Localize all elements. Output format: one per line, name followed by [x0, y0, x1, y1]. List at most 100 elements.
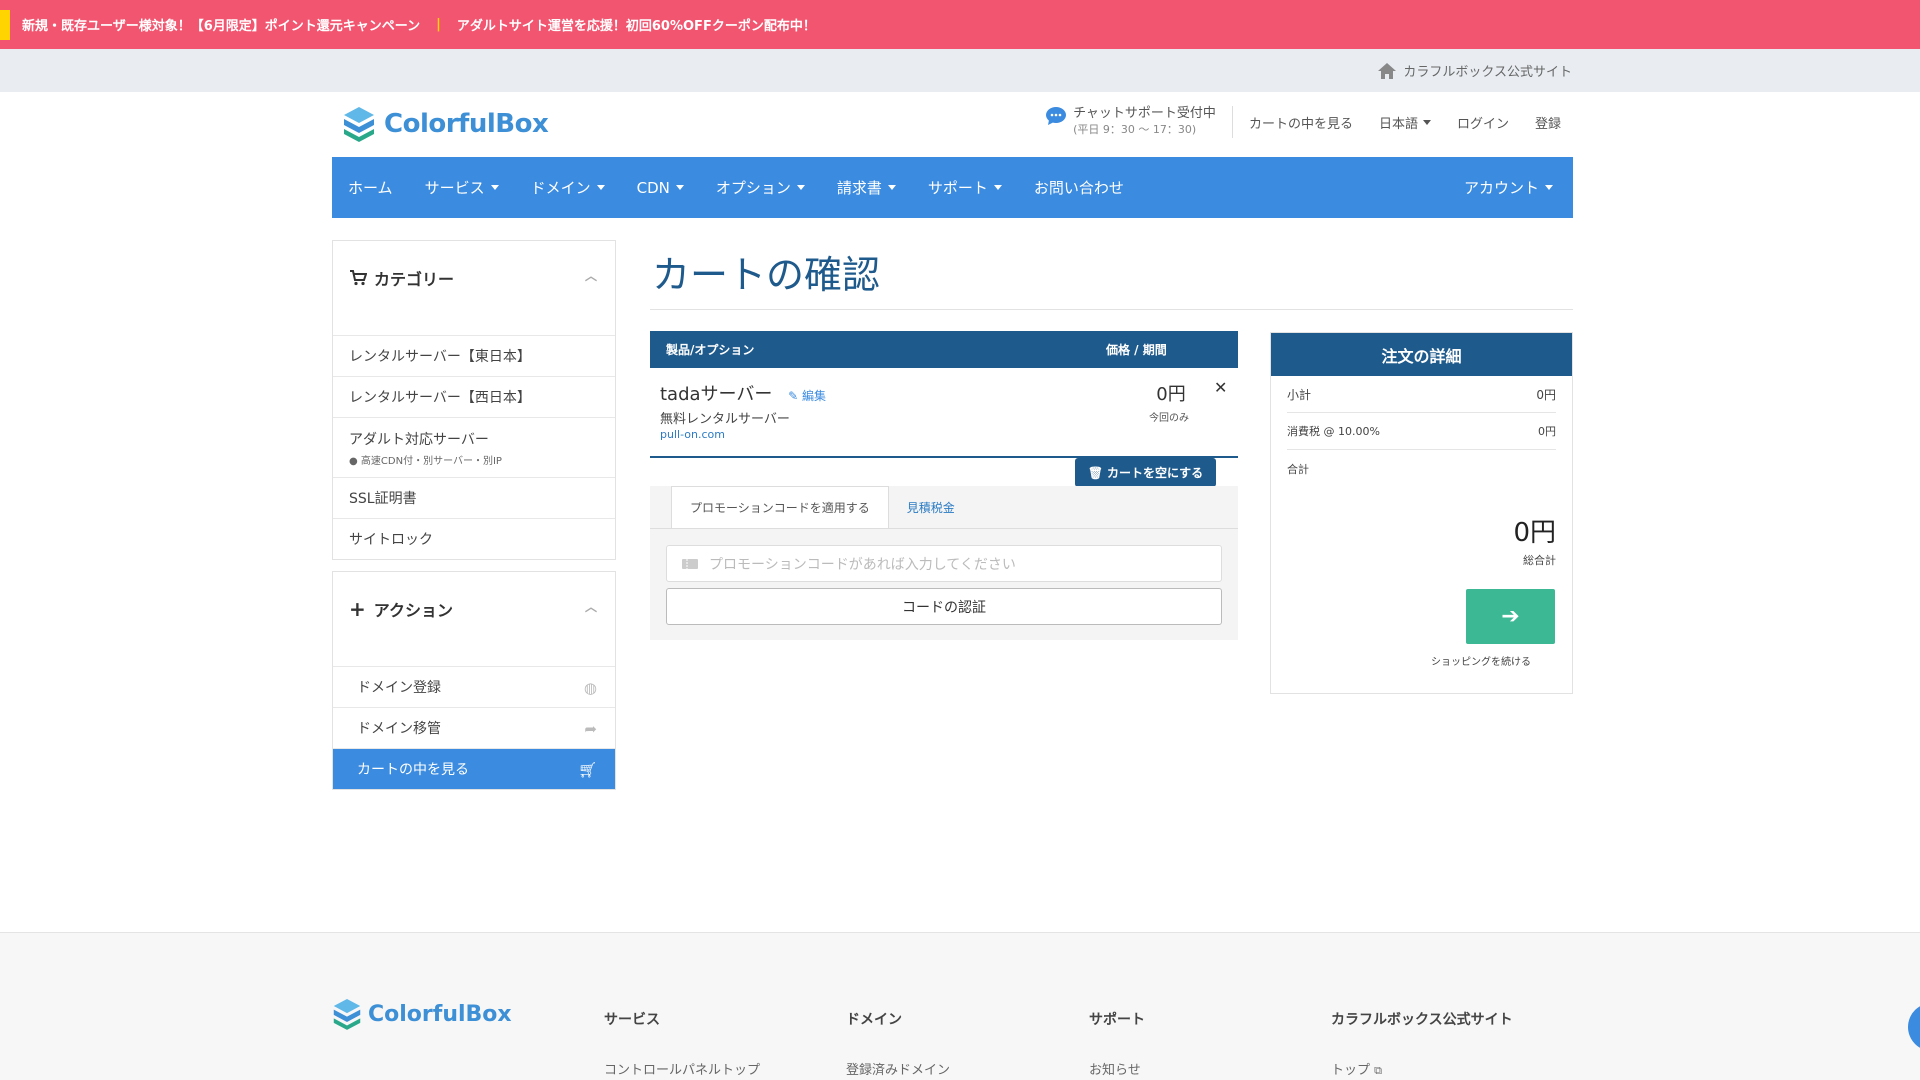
header-product: 製品/オプション — [666, 343, 755, 357]
register-link[interactable]: 登録 — [1535, 113, 1561, 132]
promo-bar[interactable]: 新規・既存ユーザー様対象！【6月限定】ポイント還元キャンペーン | アダルトサイ… — [0, 0, 1920, 49]
chat-title: チャットサポート受付中 — [1073, 106, 1216, 121]
category-item-sitelock[interactable]: サイトロック — [333, 518, 615, 559]
subtotal-row: 小計 0円 — [1287, 376, 1556, 413]
promo-tabs-panel: プロモーションコードを適用する 見積税金 プロモーションコードがあれば入力してく… — [650, 486, 1238, 640]
official-site-link[interactable]: カラフルボックス公式サイト — [1377, 61, 1572, 80]
chat-support[interactable]: チャットサポート受付中 (平日 9：30 〜 17：30) — [1045, 106, 1233, 138]
header-price: 価格 / 期間 — [1106, 343, 1167, 357]
footer-link[interactable]: トップ ⧉ — [1331, 1059, 1513, 1078]
category-note: ● 高速CDN付・別サーバー・別IP — [349, 455, 502, 467]
cart-icon — [350, 270, 367, 286]
nav-home[interactable]: ホーム — [332, 177, 409, 198]
nav-support[interactable]: サポート — [912, 177, 1018, 198]
action-domain-transfer[interactable]: ドメイン移管 ➦ — [333, 707, 615, 748]
cart-table-header: 製品/オプション 価格 / 期間 — [650, 331, 1238, 368]
chevron-up-icon[interactable]: ︿ — [585, 598, 597, 615]
footer-link[interactable]: 登録済みドメイン — [846, 1059, 950, 1078]
page-title: カートの確認 — [652, 253, 881, 297]
subtotal-label: 小計 — [1287, 387, 1312, 402]
logo[interactable]: ColorfulBox — [342, 105, 549, 143]
footer-col-services: サービス コントロールパネルトップ — [604, 1009, 760, 1078]
footer: ColorfulBox サービス コントロールパネルトップ ドメイン 登録済みド… — [0, 932, 1920, 1080]
main-navbar: ホーム サービス ドメイン CDN オプション 請求書 サポート お問い合わせ … — [332, 157, 1573, 218]
item-description: 無料レンタルサーバー — [660, 412, 790, 427]
header-links: チャットサポート受付中 (平日 9：30 〜 17：30) カートの中を見る 日… — [1045, 106, 1561, 138]
category-item-west[interactable]: レンタルサーバー【西日本】 — [333, 376, 615, 417]
footer-link[interactable]: お知らせ — [1089, 1059, 1145, 1078]
action-domain-register[interactable]: ドメイン登録 ◍ — [333, 666, 615, 707]
tab-label: プロモーションコードを適用する — [690, 501, 870, 515]
nav-options[interactable]: オプション — [700, 177, 821, 198]
subtotal-value: 0円 — [1536, 387, 1556, 402]
nav-services[interactable]: サービス — [409, 177, 515, 198]
chevron-down-icon — [1422, 119, 1431, 125]
nav-contact-label: お問い合わせ — [1033, 179, 1124, 197]
edit-link[interactable]: ✎ 編集 — [788, 389, 826, 403]
pencil-icon: ✎ — [788, 389, 799, 403]
continue-shopping-link[interactable]: ショッピングを続ける — [1431, 653, 1531, 668]
categories-panel: カテゴリー ︿ レンタルサーバー【東日本】 レンタルサーバー【西日本】 アダルト… — [332, 240, 616, 560]
category-item-east[interactable]: レンタルサーバー【東日本】 — [333, 335, 615, 376]
nav-support-label: サポート — [927, 179, 988, 197]
nav-contact[interactable]: お問い合わせ — [1018, 177, 1140, 198]
arrow-right-icon: ➔ — [1501, 604, 1520, 629]
tax-row: 消費税 @ 10.00% 0円 — [1287, 413, 1556, 450]
tab-promo-code[interactable]: プロモーションコードを適用する — [671, 486, 889, 528]
chevron-down-icon — [675, 185, 684, 190]
promo-text-1[interactable]: 新規・既存ユーザー様対象！【6月限定】ポイント還元キャンペーン — [22, 15, 420, 34]
category-label: アダルト対応サーバー — [349, 431, 489, 448]
verify-code-button[interactable]: コードの認証 — [666, 588, 1222, 625]
trash-icon: 🗑︎ — [1087, 465, 1104, 480]
tab-estimate-tax[interactable]: 見積税金 — [889, 486, 973, 528]
official-site-label: カラフルボックス公式サイト — [1403, 65, 1572, 80]
empty-cart-label: カートを空にする — [1107, 466, 1204, 480]
logo-text: ColorfulBox — [384, 109, 549, 139]
chevron-up-icon[interactable]: ︿ — [585, 267, 597, 284]
order-summary: 注文の詳細 小計 0円 消費税 @ 10.00% 0円 合計 0円 総合計 ➔ … — [1270, 332, 1573, 694]
promo-text-2[interactable]: アダルトサイト運営を応援！初回60%OFFクーポン配布中！ — [457, 15, 816, 34]
header-cart-link[interactable]: カートの中を見る — [1249, 113, 1353, 132]
promo-separator: | — [436, 17, 441, 32]
nav-cdn[interactable]: CDN — [621, 179, 700, 197]
cart-item: tadaサーバー ✎ 編集 無料レンタルサーバー pull-on.com 0円 … — [650, 368, 1238, 458]
category-item-ssl[interactable]: SSL証明書 — [333, 477, 615, 518]
promo-placeholder: プロモーションコードがあれば入力してください — [709, 556, 1016, 573]
cart-table: 製品/オプション 価格 / 期間 tadaサーバー ✎ 編集 無料レンタルサーバ… — [650, 331, 1238, 487]
promo-flag — [0, 9, 10, 40]
top-bar: カラフルボックス公式サイト — [0, 49, 1920, 92]
total-row: 合計 — [1287, 450, 1556, 487]
chat-bubble-icon — [1046, 107, 1067, 125]
action-label: ドメイン登録 — [357, 680, 441, 696]
nav-invoices[interactable]: 請求書 — [821, 177, 912, 198]
empty-cart-button[interactable]: 🗑︎ カートを空にする — [1075, 458, 1216, 487]
footer-link[interactable]: コントロールパネルトップ — [604, 1059, 760, 1078]
login-link[interactable]: ログイン — [1457, 113, 1509, 132]
category-item-adult[interactable]: アダルト対応サーバー ● 高速CDN付・別サーバー・別IP — [333, 417, 615, 477]
nav-invoices-label: 請求書 — [836, 179, 882, 197]
plus-icon: + — [349, 597, 366, 621]
chevron-down-icon — [993, 185, 1002, 190]
item-price: 0円 — [1156, 384, 1186, 405]
categories-header[interactable]: カテゴリー ︿ — [333, 241, 615, 315]
checkout-button[interactable]: ➔ — [1466, 589, 1555, 644]
promo-code-input[interactable]: プロモーションコードがあれば入力してください — [666, 545, 1222, 582]
panel-gap — [333, 315, 615, 335]
action-view-cart[interactable]: カートの中を見る 🛒︎ — [333, 748, 615, 789]
footer-logo-text: ColorfulBox — [368, 1001, 512, 1027]
header: ColorfulBox チャットサポート受付中 (平日 9：30 〜 17：30… — [332, 92, 1573, 157]
tabs: プロモーションコードを適用する 見積税金 — [671, 486, 973, 528]
verify-label: コードの認証 — [902, 599, 986, 616]
footer-logo[interactable]: ColorfulBox — [332, 997, 512, 1031]
category-label: レンタルサーバー【東日本】 — [349, 349, 531, 365]
remove-item-icon[interactable]: ✕ — [1214, 378, 1227, 397]
language-dropdown[interactable]: 日本語 — [1379, 113, 1431, 132]
footer-link-label: トップ — [1331, 1063, 1371, 1078]
tax-label: 消費税 @ 10.00% — [1287, 425, 1380, 438]
nav-domain[interactable]: ドメイン — [515, 177, 621, 198]
footer-col-domain: ドメイン 登録済みドメイン — [846, 1009, 950, 1078]
share-arrow-icon: ➦ — [584, 720, 597, 738]
nav-account[interactable]: アカウント — [1448, 177, 1573, 198]
footer-col-title: サポート — [1089, 1012, 1145, 1028]
actions-header[interactable]: + アクション ︿ — [333, 572, 615, 646]
